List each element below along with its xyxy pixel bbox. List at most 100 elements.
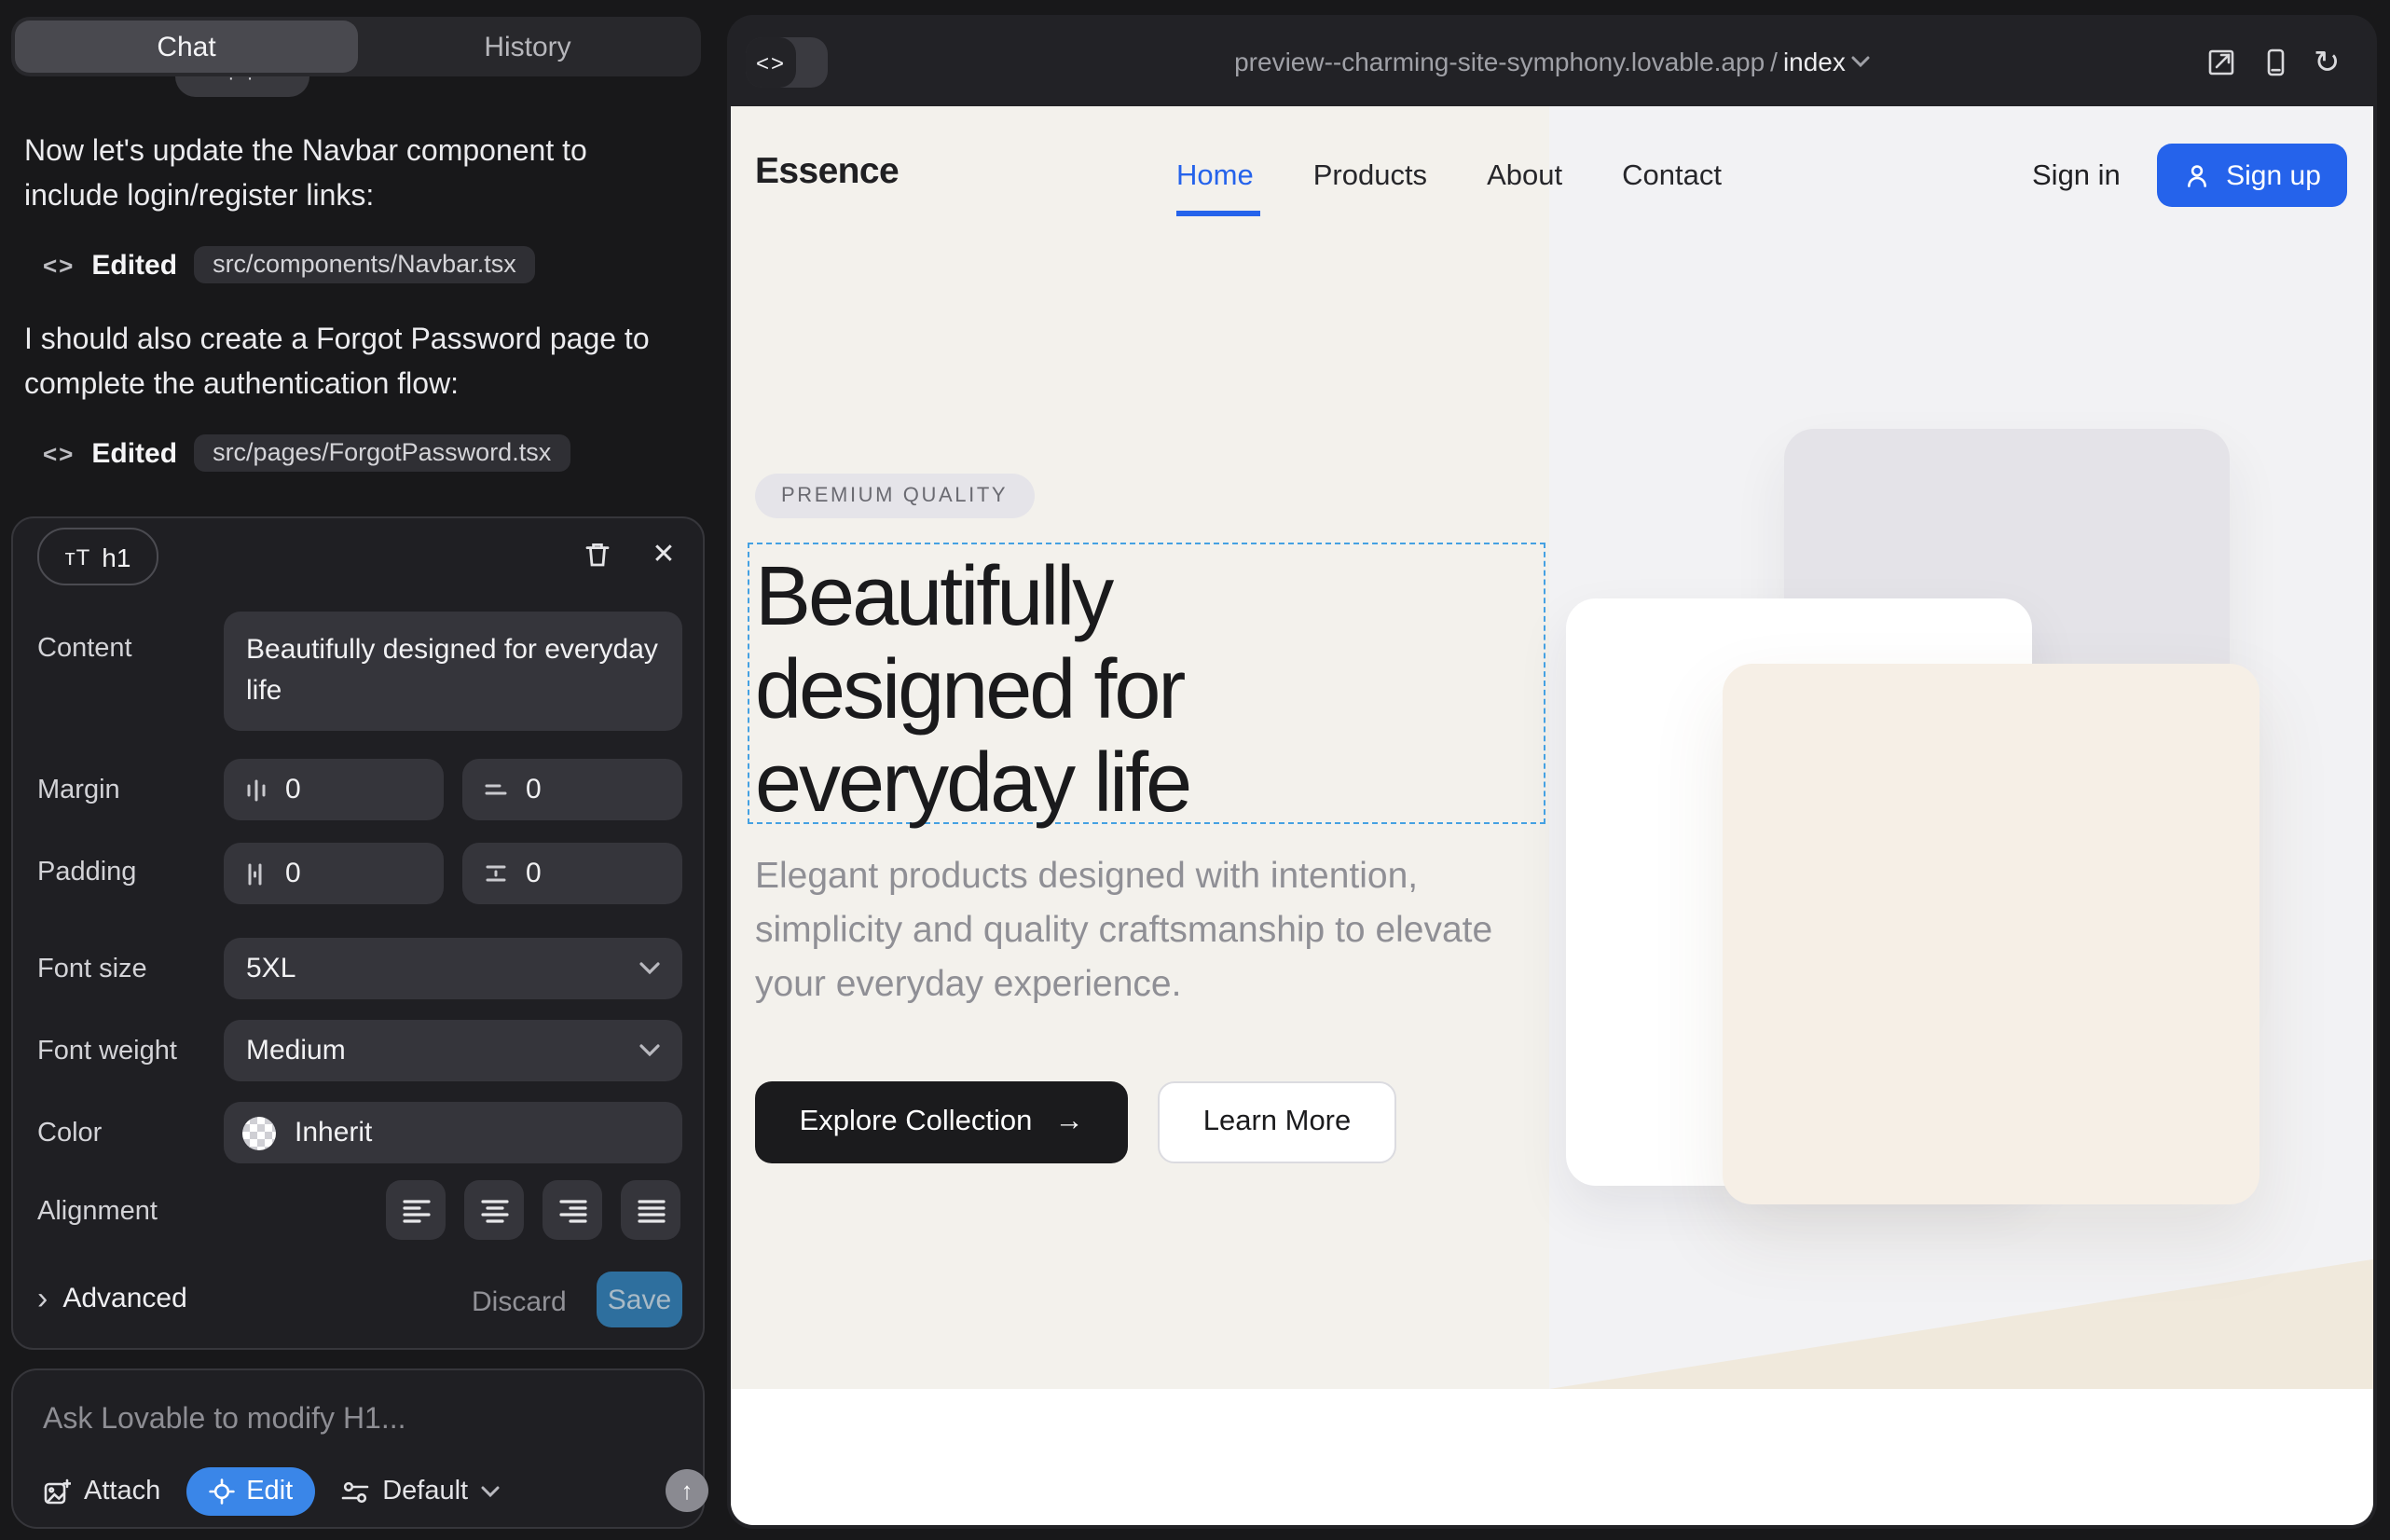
nav-link-products[interactable]: Products [1313, 160, 1427, 194]
active-nav-underline [1176, 211, 1260, 215]
url-bar: preview--charming-site-symphony.lovable.… [727, 47, 2377, 76]
app-window: Chat History Now let's update the Navbar… [0, 0, 2390, 1540]
type-icon: тT [65, 543, 91, 570]
site-viewport: Essence Home Products About Contact Sign… [731, 106, 2373, 1525]
edited-file-row: <> Edited src/components/Navbar.tsx [43, 244, 535, 285]
padding-label: Padding [37, 858, 136, 887]
url-page-dropdown[interactable]: index [1783, 47, 1846, 76]
explore-collection-label: Explore Collection [800, 1106, 1033, 1139]
refresh-icon[interactable]: ↻ [2314, 47, 2341, 78]
padding-y-input[interactable]: 0 [462, 843, 682, 904]
url-host: preview--charming-site-symphony.lovable.… [1234, 47, 1765, 76]
edit-mode-button[interactable]: Edit [186, 1467, 315, 1516]
chevron-right-icon: › [37, 1283, 48, 1314]
user-icon [2183, 161, 2211, 189]
align-right-icon [558, 1198, 586, 1222]
color-swatch [242, 1116, 276, 1149]
file-badge[interactable]: src/pages/ForgotPassword.tsx [194, 434, 570, 472]
composer-input[interactable]: Ask Lovable to modify H1... [43, 1404, 658, 1437]
url-separator: / [1770, 47, 1778, 76]
margin-y-input[interactable]: 0 [462, 759, 682, 820]
discard-button[interactable]: Discard [472, 1286, 567, 1318]
signup-button[interactable]: Sign up [2157, 144, 2347, 207]
tab-chat[interactable]: Chat [15, 21, 358, 73]
padding-x-input[interactable]: 0 [224, 843, 444, 904]
element-editor-panel: тT h1 ✕ Content Beautifully designed for… [11, 516, 705, 1350]
chat-history-tabbar: Chat History [11, 17, 701, 76]
element-tag: h1 [102, 542, 130, 571]
arrow-right-icon: → [1054, 1106, 1083, 1139]
advanced-toggle[interactable]: › Advanced [37, 1283, 187, 1314]
signin-link[interactable]: Sign in [2032, 160, 2121, 194]
hero-heading-line: Beautifully [755, 550, 1189, 643]
font-weight-value: Medium [246, 1035, 346, 1066]
margin-y-value: 0 [526, 774, 542, 805]
font-size-select[interactable]: 5XL [224, 938, 682, 999]
margin-x-input[interactable]: 0 [224, 759, 444, 820]
code-icon: <> [43, 251, 75, 279]
align-center-icon [480, 1198, 508, 1222]
chat-message: Now let's update the Navbar component to… [24, 131, 680, 218]
padding-y-icon [483, 861, 509, 886]
selected-element-chip: тT h1 [37, 528, 158, 585]
margin-label: Margin [37, 776, 120, 805]
mobile-view-icon[interactable] [2260, 47, 2291, 78]
edited-label: Edited [91, 249, 177, 281]
padding-x-icon [244, 860, 268, 887]
model-default-selector[interactable]: Default [341, 1477, 500, 1506]
padding-y-value: 0 [526, 858, 542, 889]
explore-collection-button[interactable]: Explore Collection → [755, 1081, 1128, 1163]
open-external-icon[interactable] [2205, 47, 2237, 78]
chevron-down-icon [639, 1044, 660, 1057]
close-panel-button[interactable]: ✕ [645, 535, 682, 572]
align-right-button[interactable] [543, 1180, 602, 1240]
align-justify-button[interactable] [621, 1180, 680, 1240]
font-weight-select[interactable]: Medium [224, 1020, 682, 1081]
edit-mode-label: Edit [246, 1477, 293, 1506]
decorative-card-cream [1723, 664, 2260, 1204]
align-justify-icon [637, 1198, 665, 1222]
chevron-down-icon [481, 1486, 500, 1497]
preview-browser-frame: <> preview--charming-site-symphony.lovab… [727, 15, 2377, 1529]
edited-label: Edited [91, 437, 177, 469]
font-weight-label: Font weight [37, 1037, 177, 1066]
color-select[interactable]: Inherit [224, 1102, 682, 1163]
attach-image-icon [43, 1478, 71, 1506]
site-nav: Home Products About Contact [1176, 160, 1722, 194]
trash-icon [581, 538, 612, 570]
margin-x-value: 0 [285, 774, 301, 805]
attach-button[interactable]: Attach [43, 1477, 160, 1506]
nav-link-about[interactable]: About [1487, 160, 1562, 194]
font-size-label: Font size [37, 955, 147, 984]
edited-file-row: <> Edited src/pages/ForgotPassword.tsx [43, 433, 570, 474]
color-value: Inherit [295, 1117, 372, 1148]
learn-more-button[interactable]: Learn More [1158, 1081, 1396, 1163]
align-left-button[interactable] [386, 1180, 446, 1240]
file-badge[interactable]: src/components/Navbar.tsx [194, 246, 535, 283]
alignment-label: Alignment [37, 1197, 158, 1227]
nav-link-home[interactable]: Home [1176, 160, 1254, 194]
align-center-button[interactable] [464, 1180, 524, 1240]
composer-toolbar: Attach Edit Default ↑ [43, 1467, 500, 1516]
hero-heading-line: designed for [755, 643, 1189, 736]
chevron-down-icon [1851, 56, 1870, 67]
hero-heading[interactable]: Beautifully designed for everyday life [755, 550, 1189, 830]
tab-history[interactable]: History [358, 17, 697, 76]
chat-message: I should also create a Forgot Password p… [24, 319, 680, 406]
browser-actions: ↻ [2205, 47, 2341, 78]
save-button[interactable]: Save [597, 1272, 682, 1327]
site-logo: Essence [755, 151, 899, 194]
attach-label: Attach [84, 1477, 160, 1506]
margin-y-icon [483, 777, 509, 802]
code-icon: <> [43, 439, 75, 467]
nav-link-contact[interactable]: Contact [1622, 160, 1722, 194]
send-button[interactable]: ↑ [666, 1469, 708, 1512]
chat-composer: Ask Lovable to modify H1... Attach Edit [11, 1368, 705, 1529]
hero-description: Elegant products designed with intention… [755, 850, 1497, 1012]
signup-label: Sign up [2226, 159, 2321, 191]
margin-x-icon [244, 777, 268, 803]
content-input[interactable]: Beautifully designed for everyday life [224, 612, 682, 731]
align-left-icon [402, 1198, 430, 1222]
delete-element-button[interactable] [578, 535, 615, 572]
target-icon [209, 1478, 235, 1505]
